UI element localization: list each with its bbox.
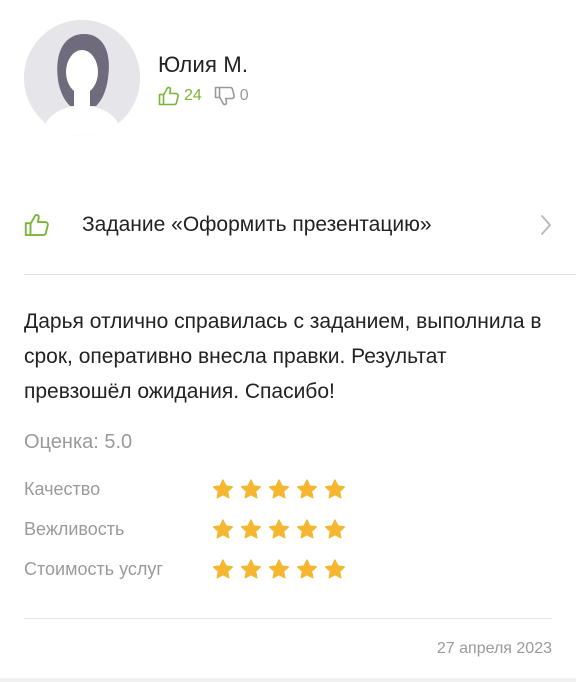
avatar[interactable] [24,20,140,136]
task-thumbs-up [24,213,58,237]
rating-label: Стоимость услуг [24,558,163,579]
star-icon [296,557,324,581]
rating-row-cost: Стоимость услуг [24,549,352,589]
review-date: 27 апреля 2023 [436,640,552,657]
star-icon [212,517,240,541]
like-count: 24 [184,87,202,104]
star-rating [212,557,352,581]
overall-score: Оценка: 5.0 [24,431,133,453]
votes: 24 0 [158,86,249,106]
star-icon [324,557,352,581]
chevron-right-icon [532,214,552,236]
star-icon [240,517,268,541]
star-icon [296,517,324,541]
dislike-counter[interactable]: 0 [214,86,249,106]
dislike-count: 0 [239,87,249,104]
star-icon [296,477,324,501]
star-icon [268,477,296,501]
star-rating [212,517,352,541]
review-text: Дарья отлично справилась с заданием, вып… [24,310,542,403]
thumbs-down-icon [214,86,235,106]
star-icon [324,517,352,541]
task-link[interactable]: Задание «Оформить презентацию» [24,196,552,254]
star-icon [240,477,268,501]
thumbs-up-icon [158,86,179,106]
task-title: Задание «Оформить презентацию» [82,213,432,236]
star-icon [268,517,296,541]
user-name: Юлия М. [158,52,249,77]
star-icon [324,477,352,501]
star-rating [212,477,352,501]
divider [24,618,552,619]
star-icon [212,557,240,581]
rating-row-quality: Качество [24,469,352,509]
rating-row-politeness: Вежливость [24,509,352,549]
like-counter[interactable]: 24 [158,86,202,106]
star-icon [212,477,240,501]
rating-label: Вежливость [24,518,125,539]
star-icon [268,557,296,581]
section-separator [0,678,576,682]
thumbs-up-icon [24,214,49,236]
default-avatar-icon [24,20,140,136]
star-icon [240,557,268,581]
divider [24,274,576,275]
rating-label: Качество [24,478,101,499]
ratings-list: Качество Вежливость Стоимость услуг [24,469,352,589]
